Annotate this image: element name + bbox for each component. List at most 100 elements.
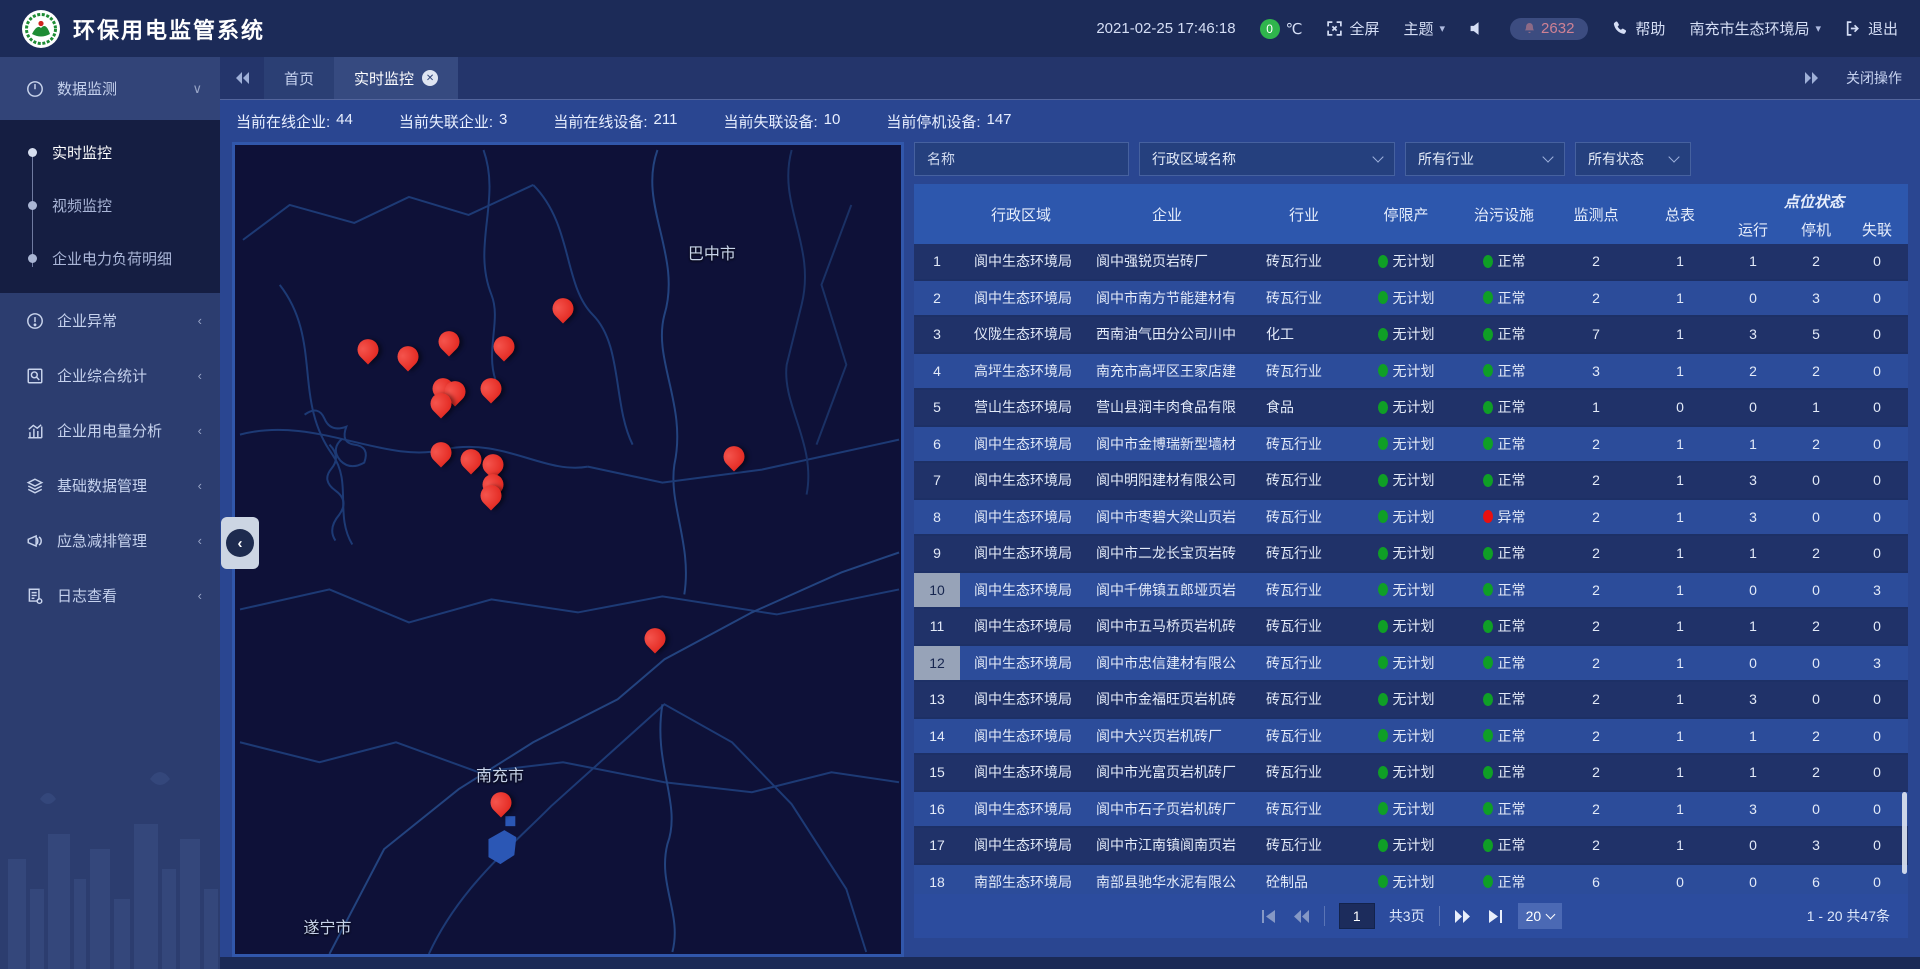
chevron-left-icon: ‹ — [198, 533, 202, 548]
filter-bar: 行政区域名称 所有行业 所有状态 — [914, 142, 1908, 176]
first-page-button[interactable] — [1260, 908, 1278, 924]
cell-region: 阆中生态环境局 — [960, 463, 1082, 498]
table-row[interactable]: 9 阆中生态环境局 阆中市二龙长宝页岩砖 砖瓦行业 无计划 — [914, 536, 1908, 573]
stat-value: 10 — [824, 111, 841, 132]
map[interactable]: 巴中市 南充市 遂宁市 — [235, 145, 901, 954]
map-collapse-button[interactable]: ‹ — [221, 517, 259, 569]
table-row[interactable]: 17 阆中生态环境局 阆中市江南镇阆南页岩 砖瓦行业 无计划 — [914, 828, 1908, 865]
stat-value: 147 — [987, 111, 1012, 132]
sidebar-item-data-monitor[interactable]: 数据监测 ∨ — [0, 57, 220, 120]
record-range-label: 1 - 20 共47条 — [1807, 906, 1890, 926]
cell-facility: 正常 — [1456, 719, 1552, 754]
bell-icon — [1524, 22, 1535, 34]
phone-icon — [1612, 20, 1629, 37]
scroll-tabs-left-button[interactable] — [220, 57, 264, 99]
cell-run: 3 — [1720, 317, 1786, 352]
table-row[interactable]: 2 阆中生态环境局 阆中市南方节能建材有 砖瓦行业 无计划 — [914, 281, 1908, 318]
table-row[interactable]: 14 阆中生态环境局 阆中大兴页岩机砖厂 砖瓦行业 无计划 — [914, 719, 1908, 756]
logout-button[interactable]: 退出 — [1845, 18, 1898, 39]
close-tab-icon[interactable]: ✕ — [422, 70, 438, 86]
status-dot — [1378, 510, 1388, 523]
theme-menu[interactable]: 主题 ▾ — [1404, 18, 1446, 39]
cell-index: 8 — [914, 500, 960, 535]
table-row[interactable]: 10 阆中生态环境局 阆中千佛镇五郎垭页岩 砖瓦行业 无计划 — [914, 573, 1908, 610]
table-row[interactable]: 8 阆中生态环境局 阆中市枣碧大梁山页岩 砖瓦行业 无计划 — [914, 500, 1908, 537]
close-operations-button[interactable]: 关闭操作 — [1846, 68, 1902, 88]
tab-realtime-monitor[interactable]: 实时监控 ✕ — [334, 57, 458, 99]
first-page-icon — [1261, 910, 1277, 923]
cell-limit: 无计划 — [1356, 755, 1456, 790]
help-button[interactable]: 帮助 — [1612, 18, 1665, 39]
cell-run: 3 — [1720, 682, 1786, 717]
name-search-input[interactable] — [914, 142, 1129, 176]
status-dot — [1483, 547, 1493, 560]
cell-facility: 正常 — [1456, 354, 1552, 389]
cell-company: 西南油气田分公司川中 — [1082, 317, 1252, 352]
cell-limit: 无计划 — [1356, 244, 1456, 279]
table-panel: 行政区域名称 所有行业 所有状态 — [914, 142, 1908, 957]
cell-run: 0 — [1720, 573, 1786, 608]
tab-bar: 首页 实时监控 ✕ 关闭操作 — [220, 57, 1920, 100]
sidebar-subitem[interactable]: 企业电力负荷明细 — [0, 232, 220, 285]
sidebar-item-basic-data[interactable]: 基础数据管理 ‹ — [0, 458, 220, 513]
table-row[interactable]: 1 阆中生态环境局 阆中强锐页岩砖厂 砖瓦行业 无计划 — [914, 244, 1908, 281]
industry-select[interactable]: 所有行业 — [1405, 142, 1565, 176]
table-row[interactable]: 3 仪陇生态环境局 西南油气田分公司川中 化工 无计划 — [914, 317, 1908, 354]
table-row[interactable]: 4 高坪生态环境局 南充市高坪区王家店建 砖瓦行业 无计划 — [914, 354, 1908, 391]
table-row[interactable]: 18 南部生态环境局 南部县驰华水泥有限公 砼制品 无计划 — [914, 865, 1908, 895]
sound-icon[interactable] — [1469, 20, 1486, 37]
table-row[interactable]: 6 阆中生态环境局 阆中市金博瑞新型墙材 砖瓦行业 无计划 — [914, 427, 1908, 464]
next-page-button[interactable] — [1454, 908, 1472, 924]
status-dot — [1378, 875, 1388, 888]
status-dot — [1483, 766, 1493, 779]
col-index — [914, 184, 960, 244]
sidebar-item-power-analysis[interactable]: 企业用电量分析 ‹ — [0, 403, 220, 458]
table-row[interactable]: 5 营山生态环境局 营山县润丰肉食品有限 食品 无计划 — [914, 390, 1908, 427]
fullscreen-button[interactable]: 全屏 — [1326, 18, 1379, 39]
cell-meters: 0 — [1640, 865, 1720, 895]
cell-lost: 0 — [1846, 354, 1908, 389]
sidebar-item-emergency[interactable]: 应急减排管理 ‹ — [0, 513, 220, 568]
alert-icon — [26, 312, 44, 330]
notification-count[interactable]: 2632 — [1510, 18, 1588, 40]
table-row[interactable]: 15 阆中生态环境局 阆中市光富页岩机砖厂 砖瓦行业 无计划 — [914, 755, 1908, 792]
prev-page-button[interactable] — [1292, 908, 1310, 924]
cell-points: 7 — [1552, 317, 1640, 352]
status-dot — [1378, 729, 1388, 742]
chevron-down-icon — [1546, 910, 1556, 920]
last-page-button[interactable] — [1486, 908, 1504, 924]
cell-run: 2 — [1720, 354, 1786, 389]
col-limit: 停限产 — [1356, 184, 1456, 244]
table-row[interactable]: 16 阆中生态环境局 阆中市石子页岩机砖厂 砖瓦行业 无计划 — [914, 792, 1908, 829]
scroll-tabs-right-button[interactable] — [1790, 71, 1834, 85]
col-industry: 行业 — [1252, 184, 1356, 244]
sidebar-item-enterprise-anomaly[interactable]: 企业异常 ‹ — [0, 293, 220, 348]
tab-home[interactable]: 首页 — [264, 57, 334, 99]
stat-label: 当前失联设备: — [723, 111, 817, 132]
cell-lost: 3 — [1846, 646, 1908, 681]
cell-index: 4 — [914, 354, 960, 389]
org-menu[interactable]: 南充市生态环境局 ▾ — [1689, 18, 1821, 39]
table-row[interactable]: 13 阆中生态环境局 阆中市金福旺页岩机砖 砖瓦行业 无计划 — [914, 682, 1908, 719]
chevron-down-icon: ▾ — [1440, 22, 1446, 35]
cell-stop: 2 — [1786, 427, 1846, 462]
stat-label: 当前在线设备: — [553, 111, 647, 132]
sidebar-item-logs[interactable]: 日志查看 ‹ — [0, 568, 220, 623]
page-number-input[interactable] — [1339, 903, 1375, 929]
city-label: 南充市 — [476, 762, 524, 786]
cell-lost: 0 — [1846, 463, 1908, 498]
table-row[interactable]: 12 阆中生态环境局 阆中市忠信建材有限公 砖瓦行业 无计划 — [914, 646, 1908, 683]
sidebar-subitem[interactable]: 视频监控 — [0, 179, 220, 232]
status-select[interactable]: 所有状态 — [1575, 142, 1691, 176]
page-size-select[interactable]: 20 — [1518, 903, 1563, 929]
sidebar-item-enterprise-stats[interactable]: 企业综合统计 ‹ — [0, 348, 220, 403]
sidebar-subitem[interactable]: 实时监控 — [0, 126, 220, 179]
status-dot — [1378, 437, 1388, 450]
region-select[interactable]: 行政区域名称 — [1139, 142, 1395, 176]
table-row[interactable]: 7 阆中生态环境局 阆中明阳建材有限公司 砖瓦行业 无计划 — [914, 463, 1908, 500]
table-row[interactable]: 11 阆中生态环境局 阆中市五马桥页岩机砖 砖瓦行业 无计划 — [914, 609, 1908, 646]
status-dot — [1483, 364, 1493, 377]
cell-index: 6 — [914, 427, 960, 462]
scrollbar-thumb[interactable] — [1902, 792, 1907, 874]
divider — [1439, 906, 1440, 926]
